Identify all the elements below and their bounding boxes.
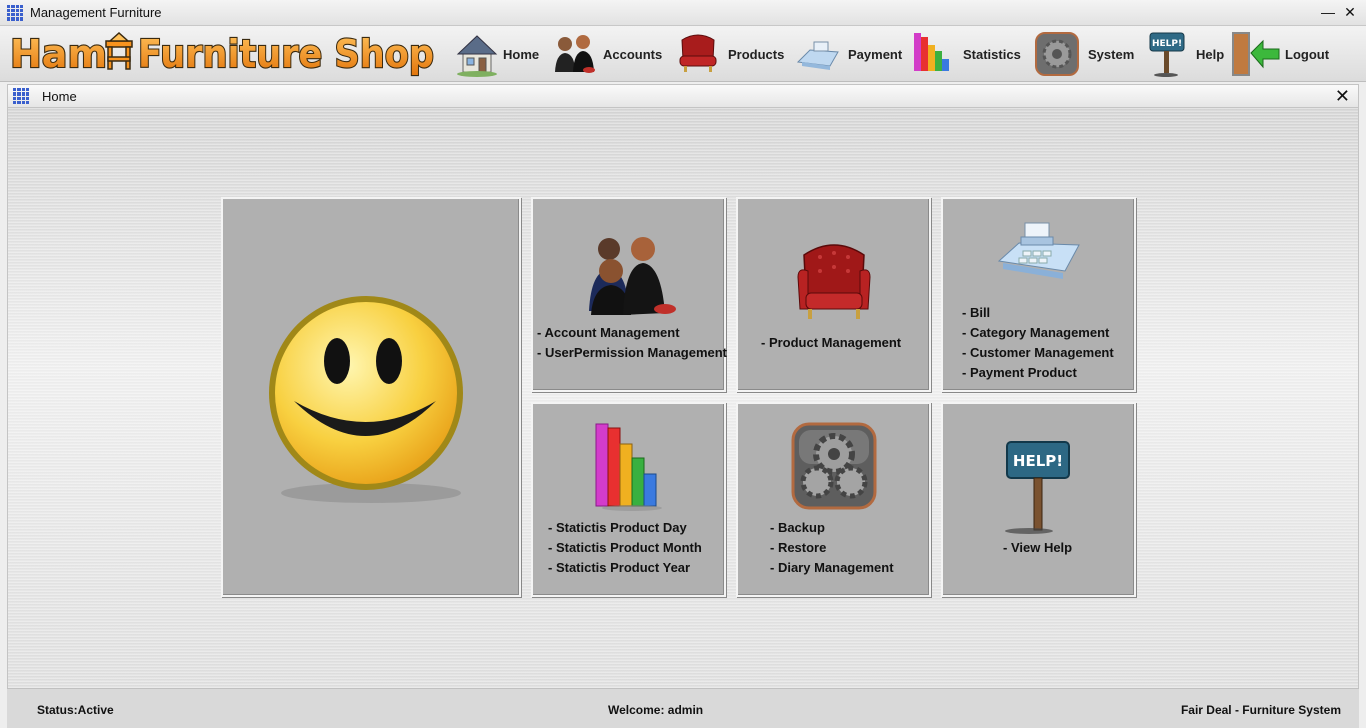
main-toolbar: Ham Furniture Shop Home Accounts Product… — [0, 26, 1366, 82]
nav-home[interactable]: Home — [455, 26, 539, 82]
diary-management-link[interactable]: - Diary Management — [770, 558, 894, 578]
cash-register-icon — [997, 221, 1081, 286]
svg-text:Furniture Shop: Furniture Shop — [138, 32, 434, 76]
statistics-day-link[interactable]: - Statictis Product Day — [548, 518, 702, 538]
nav-system[interactable]: System — [1034, 26, 1134, 82]
statistics-year-link[interactable]: - Statictis Product Year — [548, 558, 702, 578]
armchair-icon — [676, 30, 720, 78]
payment-product-link[interactable]: - Payment Product — [962, 363, 1114, 383]
payment-menu: - Bill - Category Management - Customer … — [962, 303, 1114, 383]
nav-help[interactable]: HELP! Help — [1146, 26, 1224, 82]
nav-statistics[interactable]: Statistics — [911, 26, 1021, 82]
people-icon — [551, 30, 599, 78]
payment-tile[interactable]: - Bill - Category Management - Customer … — [941, 197, 1136, 392]
bar-chart-icon — [911, 29, 955, 79]
nav-logout-label: Logout — [1285, 46, 1330, 62]
armchair-icon — [794, 237, 874, 332]
welcome-text: Welcome: admin — [608, 703, 704, 717]
system-name-text: Fair Deal - Furniture System — [1180, 703, 1341, 717]
status-bar: Status:Active Welcome: admin Fair Deal -… — [7, 688, 1359, 728]
backup-link[interactable]: - Backup — [770, 518, 894, 538]
system-menu: - Backup - Restore - Diary Management — [770, 518, 894, 578]
frame-title: Home — [42, 88, 77, 104]
house-icon — [455, 30, 499, 78]
smiley-icon — [266, 293, 476, 516]
category-management-link[interactable]: - Category Management — [962, 323, 1114, 343]
statistics-tile[interactable]: - Statictis Product Day - Statictis Prod… — [531, 402, 726, 597]
view-help-link[interactable]: - View Help — [1003, 538, 1072, 558]
status-text: Status:Active — [37, 703, 114, 717]
internal-frame-titlebar: Home ✕ — [7, 84, 1359, 108]
restore-link[interactable]: - Restore — [770, 538, 894, 558]
help-tile[interactable]: HELP! - View Help — [941, 402, 1136, 597]
exit-door-icon — [1229, 29, 1281, 79]
window-titlebar: Management Furniture — ✕ — [0, 0, 1366, 26]
accounts-menu: - Account Management - UserPermission Ma… — [537, 323, 727, 363]
frame-grid-icon — [13, 88, 29, 104]
gear-icon — [791, 422, 877, 515]
nav-home-label: Home — [503, 46, 540, 62]
welcome-tile — [221, 197, 521, 597]
nav-accounts[interactable]: Accounts — [551, 26, 662, 82]
statistics-month-link[interactable]: - Statictis Product Month — [548, 538, 702, 558]
nav-system-label: System — [1088, 46, 1135, 62]
products-tile[interactable]: - Product Management — [736, 197, 931, 392]
gear-icon — [1034, 30, 1080, 78]
products-menu: - Product Management — [761, 333, 901, 353]
window-title: Management Furniture — [30, 5, 162, 20]
accounts-tile[interactable]: - Account Management - UserPermission Ma… — [531, 197, 727, 392]
close-frame-icon[interactable]: ✕ — [1335, 86, 1350, 106]
system-tile[interactable]: - Backup - Restore - Diary Management — [736, 402, 931, 597]
customer-management-link[interactable]: - Customer Management — [962, 343, 1114, 363]
people-icon — [579, 235, 679, 322]
account-management-link[interactable]: - Account Management — [537, 323, 727, 343]
svg-text:HELP!: HELP! — [1152, 39, 1182, 49]
nav-payment[interactable]: Payment — [796, 26, 902, 82]
bill-link[interactable]: - Bill — [962, 303, 1114, 323]
nav-accounts-label: Accounts — [603, 46, 663, 62]
nav-payment-label: Payment — [848, 46, 903, 62]
user-permission-management-link[interactable]: - UserPermission Management — [537, 343, 727, 363]
nav-logout[interactable]: Logout — [1229, 26, 1329, 82]
close-window-icon[interactable]: ✕ — [1341, 3, 1359, 21]
bar-chart-icon — [592, 418, 666, 517]
home-content: - Account Management - UserPermission Ma… — [7, 108, 1359, 688]
nav-help-label: Help — [1196, 46, 1225, 62]
nav-statistics-label: Statistics — [963, 46, 1021, 62]
minimize-icon[interactable]: — — [1319, 3, 1337, 21]
shop-logo: Ham Furniture Shop — [8, 27, 438, 79]
svg-text:Ham: Ham — [10, 32, 107, 76]
help-menu: - View Help — [1003, 538, 1072, 558]
nav-products-label: Products — [728, 46, 785, 62]
product-management-link[interactable]: - Product Management — [761, 333, 901, 353]
nav-products[interactable]: Products — [676, 26, 784, 82]
help-sign-text: HELP! — [1012, 452, 1062, 470]
statistics-menu: - Statictis Product Day - Statictis Prod… — [548, 518, 702, 578]
help-sign-icon: HELP! — [1146, 29, 1190, 79]
help-sign-icon: HELP! — [999, 438, 1079, 539]
app-grid-icon — [7, 4, 23, 21]
cash-register-icon — [796, 30, 840, 78]
